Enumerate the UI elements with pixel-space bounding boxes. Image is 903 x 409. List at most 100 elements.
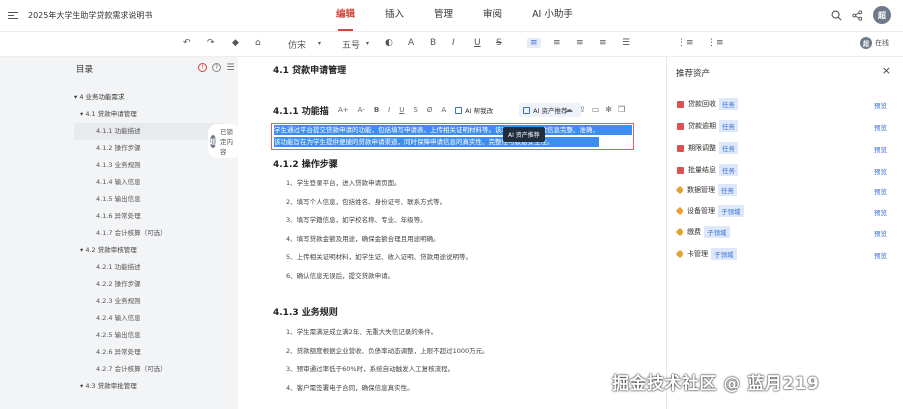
toc-item[interactable]: 4.2.2 操作步骤 [96, 276, 141, 293]
bullet-list-icon[interactable]: ⋮≡ [677, 38, 694, 48]
preview-link[interactable]: 预览 [874, 122, 887, 132]
online-users[interactable]: 超 在线 [860, 37, 889, 49]
asset-badge: 任务 [719, 98, 738, 110]
cloud-icon[interactable]: ☁ [565, 105, 573, 114]
format-toolbar: ↶ ↷ ◆ ⌂ 仿宋 ▾ 五号 ▾ ◐ A B I U S ≡ ≡ ≡ ≡ ☰ … [0, 32, 903, 57]
toc-item[interactable]: ▾ 4.3 贷款审批管理 [80, 378, 137, 395]
ai-rewrite-button[interactable]: AI 帮我改 [455, 105, 502, 115]
toc-item[interactable]: 4.2.3 业务规则 [96, 293, 141, 310]
inline-toolbar: A+ A- B I U S Ø A AI 帮我改 AI 资产推荐 [338, 102, 590, 118]
asset-item[interactable]: 批量结息 任务 [677, 163, 738, 177]
copy-icon[interactable]: ❐ [618, 105, 625, 114]
asset-item[interactable]: 缴费 子领域 [675, 225, 730, 239]
line-spacing-icon[interactable]: ☰ [622, 38, 630, 48]
preview-link[interactable]: 预览 [874, 166, 887, 176]
upload-icon[interactable]: ⇪ [579, 105, 586, 114]
undo-icon[interactable]: ↶ [183, 38, 191, 48]
document-page: 4.1 贷款申请管理 4.1.1 功能描 A+ A- B I U S Ø A A… [238, 57, 666, 409]
toc-item[interactable]: 4.2.7 会计核算（可选） [96, 361, 167, 378]
toc-item[interactable]: 4.1.3 业务规则 [96, 157, 141, 174]
bold-button[interactable]: B [430, 38, 436, 48]
preview-link[interactable]: 预览 [874, 144, 887, 154]
align-justify-icon[interactable]: ≡ [599, 38, 607, 48]
italic-button[interactable]: I [452, 38, 455, 48]
numbered-list-icon[interactable]: ⋮≡ [707, 38, 724, 48]
toc-item[interactable]: 4.2.4 输入信息 [96, 310, 141, 327]
document-icon [677, 100, 684, 108]
selected-text-line[interactable]: 学生通过平台提交贷款申请的功能，包括填写申请表、上传相关证明材料等。该功能需确保… [274, 125, 632, 135]
italic-button[interactable]: I [388, 106, 390, 114]
font-decrease-button[interactable]: A- [358, 106, 365, 114]
clear-format-button[interactable]: Ø [427, 106, 433, 114]
chevron-down-icon[interactable]: ▾ [366, 40, 369, 47]
asset-item[interactable]: 贷款回收 任务 [677, 97, 738, 111]
preview-link[interactable]: 预览 [874, 228, 887, 238]
preview-link[interactable]: 预览 [874, 250, 887, 260]
underline-button[interactable]: U [474, 38, 481, 48]
highlight-icon[interactable]: ◐ [385, 38, 393, 48]
text-color-icon[interactable]: A [408, 38, 414, 48]
preview-link[interactable]: 预览 [874, 207, 887, 217]
font-size-select[interactable]: 五号 [342, 38, 360, 51]
strikethrough-button[interactable]: S [413, 106, 417, 114]
help-icon[interactable]: ? [212, 63, 221, 72]
menu-icon[interactable] [8, 12, 18, 19]
tab-insert[interactable]: 插入 [385, 0, 404, 32]
toc-item[interactable]: 4.1.4 输入信息 [96, 174, 141, 191]
asset-item[interactable]: 卡管理 子领域 [675, 247, 737, 261]
asset-item[interactable]: 数据管理 任务 [675, 183, 737, 197]
toc-item[interactable]: 4.2.6 异常处理 [96, 344, 141, 361]
search-icon[interactable] [831, 10, 842, 21]
toc-item[interactable]: 4.2.1 功能描述 [96, 259, 141, 276]
preview-link[interactable]: 预览 [874, 100, 887, 110]
share-icon[interactable] [852, 9, 863, 21]
format-painter-icon[interactable]: ⌂ [255, 38, 261, 48]
bug-icon[interactable]: ✻ [605, 105, 612, 114]
list-item: 4、客户需签署电子合同，确保信息真实性。 [286, 383, 414, 392]
comment-icon[interactable]: ▭ [592, 105, 600, 114]
tab-edit[interactable]: 编辑 [336, 0, 355, 32]
toc-item[interactable]: ▾ 4 业务功能需求 [74, 89, 125, 106]
preview-link[interactable]: 预览 [874, 186, 887, 196]
bold-button[interactable]: B [374, 106, 379, 114]
toc-item[interactable]: 4.2.5 输出信息 [96, 327, 141, 344]
underline-button[interactable]: U [399, 106, 404, 114]
toc-item[interactable]: 4.1.2 操作步骤 [96, 140, 141, 157]
text-color-button[interactable]: A [441, 106, 446, 114]
asset-badge: 子领域 [718, 205, 744, 217]
eraser-icon[interactable]: ◆ [232, 38, 239, 48]
align-center-icon[interactable]: ≡ [553, 38, 561, 48]
selected-text-line[interactable]: 该功能旨在为学生提供便捷的贷款申请渠道，同时保障申请信息的真实性、完整性与数据安… [274, 137, 599, 147]
list-item: 5、上传相关证明材料，如学生证、收入证明、贷款用途说明等。 [286, 253, 473, 261]
toc-actions: ! ? ☰ [198, 63, 235, 73]
locked-content-tag[interactable]: 超 已锁定内容 [208, 124, 238, 158]
toc-item-active[interactable]: 4.1.1 功能描述 [74, 123, 224, 140]
user-avatar[interactable]: 超 [873, 6, 891, 24]
warning-icon[interactable]: ! [198, 63, 207, 72]
assets-panel: 推荐资产 × 贷款回收 任务 预览 贷款逾期 任务 预览 期限调整 任务 预览 … [666, 57, 903, 409]
font-increase-button[interactable]: A+ [338, 106, 349, 114]
tab-ai-assistant[interactable]: AI 小助手 [532, 0, 573, 32]
asset-item[interactable]: 贷款逾期 任务 [677, 119, 738, 133]
toc-item[interactable]: 4.1.7 会计核算（可选） [96, 225, 167, 242]
font-family-select[interactable]: 仿宋 [288, 38, 306, 51]
align-left-icon[interactable]: ≡ [527, 38, 541, 48]
list-icon[interactable]: ☰ [226, 63, 235, 73]
tab-review[interactable]: 审阅 [483, 0, 502, 32]
toc-item[interactable]: ▾ 4.1 贷款申请管理 [80, 106, 137, 123]
redo-icon[interactable]: ↷ [207, 38, 215, 48]
tab-manage[interactable]: 管理 [434, 0, 453, 32]
toc-title: 目录 [76, 65, 94, 75]
list-item: 3、填写学籍信息，如学校名称、专业、年级等。 [286, 216, 427, 224]
asset-item[interactable]: 设备管理 子领域 [675, 204, 744, 218]
align-right-icon[interactable]: ≡ [576, 38, 584, 48]
close-icon[interactable]: × [882, 64, 891, 77]
toc-item[interactable]: ▾ 4.2 贷款审核管理 [80, 242, 137, 259]
toc-item[interactable]: 4.1.6 异常处理 [96, 208, 141, 225]
asset-item[interactable]: 期限调整 任务 [677, 141, 738, 155]
toc-item[interactable]: 4.1.5 输出信息 [96, 191, 141, 208]
online-label: 在线 [875, 39, 889, 47]
asset-name: 设备管理 [687, 207, 715, 215]
chevron-down-icon[interactable]: ▾ [318, 40, 321, 47]
strikethrough-button[interactable]: S [496, 38, 502, 48]
